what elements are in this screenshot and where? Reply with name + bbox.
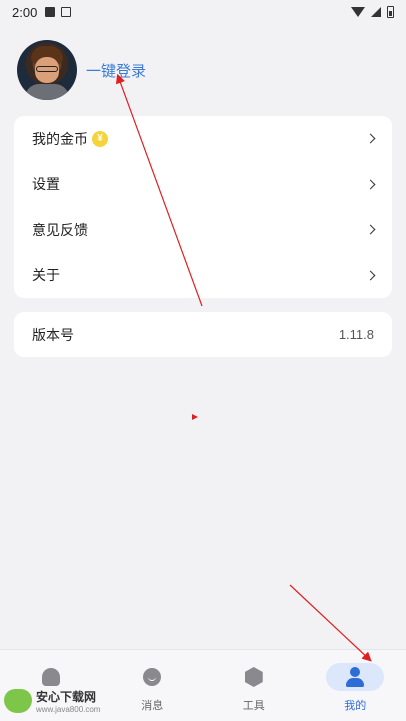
- tab-mine[interactable]: 我的: [305, 650, 406, 721]
- message-icon: [143, 668, 162, 686]
- tool-icon: [244, 667, 263, 687]
- annotation-overlay: [115, 73, 372, 662]
- status-right: [351, 6, 394, 18]
- chevron-right-icon: [365, 270, 376, 281]
- menu-item-label: 我的金币: [32, 130, 88, 147]
- tab-icon-wrap: [22, 663, 80, 691]
- wifi-icon: [351, 7, 365, 17]
- menu-card: 我的金币 ¥ 设置 意见反馈 关于: [14, 116, 392, 298]
- watermark-text: 安心下载网 www.java800.com: [36, 688, 100, 714]
- notification-a-icon: [45, 7, 56, 17]
- annotation-pointer: [192, 414, 198, 420]
- menu-item-feedback[interactable]: 意见反馈: [14, 207, 392, 253]
- version-label: 版本号: [32, 326, 74, 343]
- menu-item-label: 设置: [32, 176, 60, 193]
- chevron-right-icon: [365, 179, 376, 190]
- tab-label: 消息: [141, 700, 164, 712]
- user-icon: [346, 667, 365, 687]
- tab-label: 工具: [242, 700, 265, 712]
- tab-messages[interactable]: 消息: [102, 650, 204, 721]
- watermark-url: www.java800.com: [36, 705, 101, 714]
- battery-charging-icon: [387, 6, 394, 18]
- menu-item-my-coins[interactable]: 我的金币 ¥: [14, 116, 392, 162]
- avatar-glasses: [36, 66, 58, 72]
- tab-icon-wrap: [123, 663, 181, 691]
- version-card: 版本号 1.11.8: [14, 312, 392, 357]
- status-time: 2:00: [12, 4, 38, 20]
- tab-tools[interactable]: 工具: [203, 650, 305, 721]
- menu-item-label: 关于: [32, 267, 60, 284]
- status-bar: 2:00: [0, 0, 406, 24]
- watermark: 安心下载网 www.java800.com: [4, 688, 100, 714]
- one-click-login-link[interactable]: 一键登录: [86, 60, 146, 81]
- signal-icon: [371, 7, 381, 17]
- tab-icon-wrap: [225, 663, 283, 691]
- tab-icon-wrap: [326, 663, 385, 691]
- coin-icon: ¥: [92, 130, 108, 147]
- menu-item-label: 意见反馈: [32, 221, 88, 238]
- watermark-title: 安心下载网: [36, 690, 97, 704]
- watermark-logo: [4, 689, 32, 713]
- chevron-right-icon: [365, 224, 376, 235]
- home-icon: [41, 668, 60, 686]
- avatar[interactable]: [17, 40, 77, 100]
- tab-label: 我的: [344, 700, 367, 712]
- version-value: 1.11.8: [338, 327, 374, 342]
- chevron-right-icon: [365, 133, 376, 144]
- notification-card-icon: [61, 7, 72, 17]
- menu-item-settings[interactable]: 设置: [14, 162, 392, 208]
- menu-item-about[interactable]: 关于: [14, 253, 392, 299]
- avatar-body: [25, 84, 69, 100]
- profile-header: 一键登录: [17, 40, 146, 100]
